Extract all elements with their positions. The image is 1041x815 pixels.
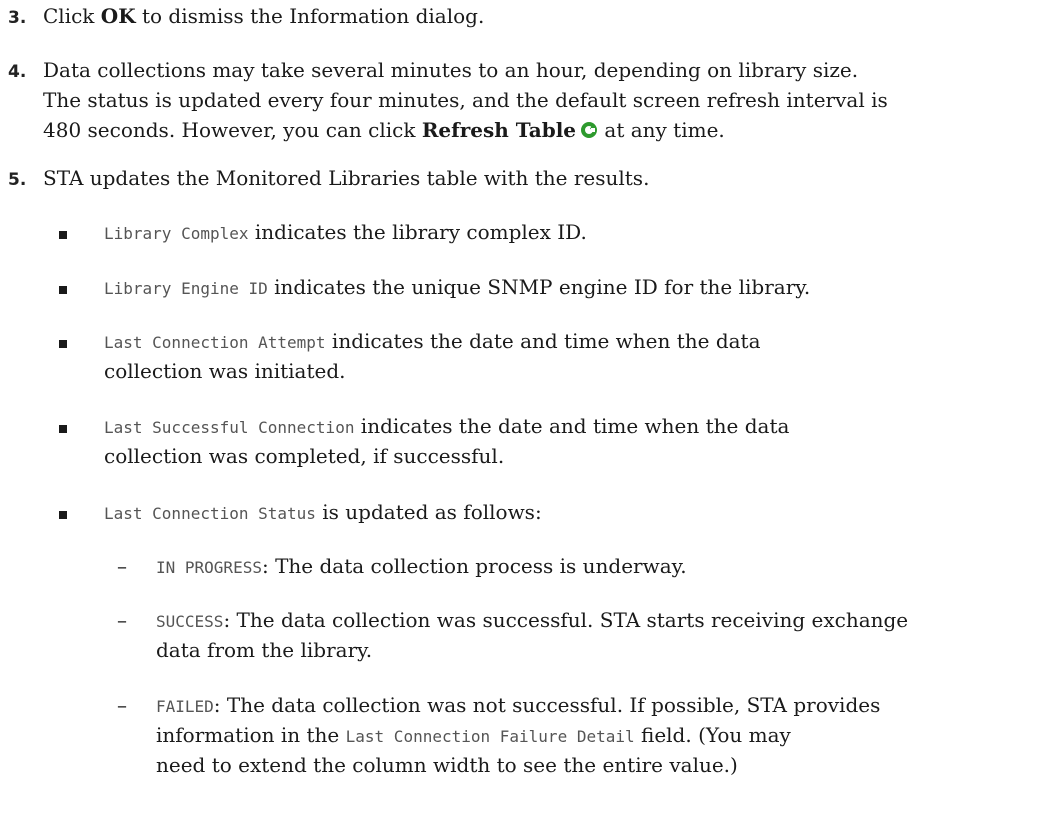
bullet-2-text: indicates the unique SNMP engine ID for … (267, 275, 811, 299)
bullet-3-line-2: collection was initiated. (104, 359, 346, 383)
step-4-line-3-post: at any time. (598, 118, 725, 142)
step-5-text: STA updates the Monitored Libraries tabl… (43, 166, 650, 190)
sub-success: SUCCESS: The data collection was success… (156, 606, 908, 636)
step-number-3: 3. (8, 8, 27, 28)
step-4-line-3: 480 seconds. However, you can click Refr… (43, 116, 725, 146)
bullet-1-text: indicates the library complex ID. (248, 220, 587, 244)
step-3-pre: Click (43, 4, 101, 28)
bullet-last-successful-connection: Last Successful Connection indicates the… (104, 412, 789, 442)
sub-3-line-2-post: field. (You may (634, 723, 791, 747)
bullet-4-text: indicates the date and time when the dat… (354, 414, 790, 438)
code-failed: FAILED (156, 697, 214, 716)
dash-marker: – (117, 608, 127, 632)
ok-label: OK (100, 4, 136, 28)
bullet-marker (59, 425, 67, 433)
bullet-last-connection-status: Last Connection Status is updated as fol… (104, 498, 542, 528)
bullet-last-connection-attempt: Last Connection Attempt indicates the da… (104, 327, 761, 357)
bullet-library-complex: Library Complex indicates the library co… (104, 218, 587, 248)
bullet-4-line-2: collection was completed, if successful. (104, 444, 505, 468)
bullet-marker (59, 340, 67, 348)
sub-1-text: : The data collection process is underwa… (261, 554, 687, 578)
sub-failed: FAILED: The data collection was not succ… (156, 691, 880, 721)
sub-2-text: : The data collection was successful. ST… (223, 608, 909, 632)
code-last-connection-attempt: Last Connection Attempt (104, 333, 326, 352)
bullet-marker (59, 511, 67, 519)
code-success: SUCCESS (156, 612, 224, 631)
refresh-table-label: Refresh Table (421, 118, 577, 142)
step-4-line-1: Data collections may take several minute… (43, 58, 859, 82)
dash-marker: – (117, 693, 127, 717)
bullet-5-text: is updated as follows: (315, 500, 542, 524)
bullet-3-text: indicates the date and time when the dat… (325, 329, 761, 353)
bullet-marker (59, 286, 67, 294)
refresh-icon (580, 118, 598, 146)
step-number-5: 5. (8, 170, 27, 190)
step-3-post: to dismiss the Information dialog. (135, 4, 485, 28)
step-3-text: Click OK to dismiss the Information dial… (43, 2, 484, 30)
code-library-complex: Library Complex (104, 224, 249, 243)
sub-3-line-2-pre: information in the (156, 723, 346, 747)
sub-3-line-2: information in the Last Connection Failu… (156, 721, 791, 751)
bullet-library-engine-id: Library Engine ID indicates the unique S… (104, 273, 810, 303)
code-library-engine-id: Library Engine ID (104, 279, 268, 298)
step-4-line-3-pre: 480 seconds. However, you can click (43, 118, 422, 142)
code-last-successful-connection: Last Successful Connection (104, 418, 355, 437)
sub-3-line-3: need to extend the column width to see t… (156, 753, 738, 777)
step-number-4: 4. (8, 62, 27, 82)
sub-3-text: : The data collection was not successful… (213, 693, 881, 717)
code-in-progress: IN PROGRESS (156, 558, 262, 577)
code-last-connection-failure-detail: Last Connection Failure Detail (345, 727, 635, 746)
code-last-connection-status: Last Connection Status (104, 504, 316, 523)
document-page: 3. Click OK to dismiss the Information d… (0, 0, 1041, 815)
sub-in-progress: IN PROGRESS: The data collection process… (156, 552, 687, 582)
step-4-line-2: The status is updated every four minutes… (43, 88, 888, 112)
sub-2-line-2: data from the library. (156, 638, 373, 662)
dash-marker: – (117, 554, 127, 578)
bullet-marker (59, 231, 67, 239)
